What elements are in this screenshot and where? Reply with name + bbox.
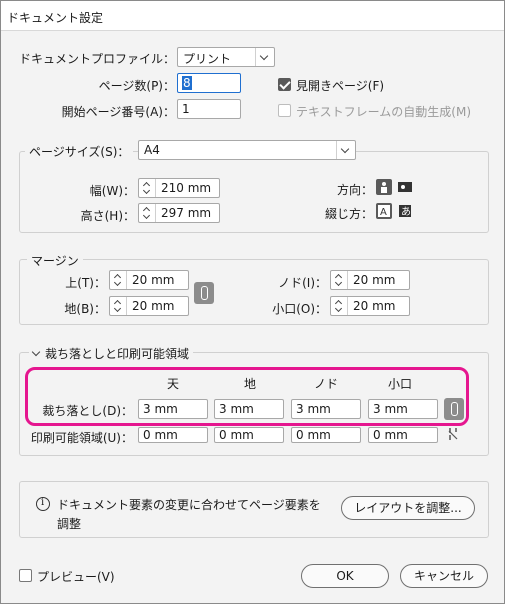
margin-inside-label: ノド(I)： xyxy=(278,276,327,290)
page-size-select[interactable]: A4 xyxy=(138,140,356,160)
margin-top-label: 上(T)： xyxy=(65,276,106,290)
stepper-arrows-icon[interactable] xyxy=(139,179,156,197)
margin-top-value: 20 mm xyxy=(132,273,175,287)
page-size-value: A4 xyxy=(144,143,160,157)
stepper-arrows-icon[interactable] xyxy=(331,271,348,289)
slug-bottom-value: 0 mm xyxy=(219,428,254,442)
facing-pages-checkbox[interactable] xyxy=(278,78,291,91)
margin-bottom-value: 20 mm xyxy=(132,299,175,313)
page-size-label: ページサイズ(S)： xyxy=(25,143,134,160)
bleed-highlight-frame xyxy=(25,367,469,426)
adjust-layout-button[interactable]: レイアウトを調整... xyxy=(341,496,475,520)
margins-title: マージン xyxy=(27,252,83,269)
primary-text-frame-checkbox[interactable] xyxy=(278,104,291,117)
start-page-input[interactable]: 1 xyxy=(177,99,241,119)
margin-inside-value: 20 mm xyxy=(353,273,396,287)
margin-link-icon[interactable] xyxy=(194,282,214,304)
margin-outside-value: 20 mm xyxy=(353,299,396,313)
slug-label: 印刷可能領域(U)： xyxy=(30,431,133,445)
stepper-arrows-icon[interactable] xyxy=(110,271,127,289)
orientation-label: 方向： xyxy=(336,183,373,197)
bleed-slug-title: 裁ち落としと印刷可能領域 xyxy=(45,347,190,361)
chevron-down-icon xyxy=(31,347,41,357)
pages-value: 8 xyxy=(182,76,192,90)
portrait-orientation-icon[interactable] xyxy=(376,179,392,195)
document-profile-label: ドキュメントプロファイル： xyxy=(18,52,175,66)
primary-text-frame-label: テキストフレームの自動生成(M) xyxy=(296,105,471,119)
preview-label: プレビュー(V) xyxy=(37,570,115,584)
info-icon xyxy=(36,497,50,511)
start-page-value: 1 xyxy=(182,102,190,116)
notice-text-line2: 調整 xyxy=(57,517,82,531)
width-stepper[interactable]: 210 mm xyxy=(138,178,220,198)
width-value: 210 mm xyxy=(161,181,212,195)
preview-checkbox[interactable] xyxy=(19,569,32,582)
width-label: 幅(W)： xyxy=(89,184,135,198)
dialog-title: ドキュメント設定 xyxy=(7,11,104,25)
facing-pages-label: 見開きページ(F) xyxy=(296,79,385,93)
cancel-button[interactable]: キャンセル xyxy=(400,564,488,588)
bleed-slug-header[interactable]: 裁ち落としと印刷可能領域 xyxy=(29,345,194,362)
margin-outside-stepper[interactable]: 20 mm xyxy=(330,296,410,316)
margin-bottom-label: 地(B)： xyxy=(64,302,106,316)
slug-bottom-input[interactable]: 0 mm xyxy=(214,427,284,443)
notice-text-line1: ドキュメント要素の変更に合わせてページ要素を xyxy=(57,498,321,512)
right-binding-icon[interactable]: あ xyxy=(397,203,413,219)
start-page-label: 開始ページ番号(A)： xyxy=(61,105,175,119)
svg-text:あ: あ xyxy=(401,206,411,218)
stepper-arrows-icon[interactable] xyxy=(331,297,348,315)
document-setup-dialog: ドキュメント設定 ドキュメントプロファイル： プリント ページ数(P)： 8 開… xyxy=(0,0,505,604)
ok-button[interactable]: OK xyxy=(301,564,389,588)
slug-inside-input[interactable]: 0 mm xyxy=(291,427,361,443)
margin-bottom-stepper[interactable]: 20 mm xyxy=(109,296,189,316)
pages-label: ページ数(P)： xyxy=(98,79,175,93)
stepper-arrows-icon[interactable] xyxy=(139,204,156,222)
stepper-arrows-icon[interactable] xyxy=(110,297,127,315)
height-label: 高さ(H)： xyxy=(80,209,135,223)
slug-outside-input[interactable]: 0 mm xyxy=(368,427,438,443)
left-binding-icon[interactable]: A xyxy=(376,203,392,219)
slug-link-broken-icon[interactable] xyxy=(447,426,459,442)
slug-inside-value: 0 mm xyxy=(296,428,331,442)
margin-inside-stepper[interactable]: 20 mm xyxy=(330,270,410,290)
margin-outside-label: 小口(O)： xyxy=(272,302,327,316)
svg-text:A: A xyxy=(380,207,387,218)
slug-top-input[interactable]: 0 mm xyxy=(138,427,208,443)
landscape-orientation-icon[interactable] xyxy=(397,179,413,195)
document-profile-value: プリント xyxy=(183,52,232,66)
document-profile-select[interactable]: プリント xyxy=(177,47,275,67)
slug-top-value: 0 mm xyxy=(143,428,178,442)
title-bar: ドキュメント設定 xyxy=(1,1,504,31)
chevron-down-icon xyxy=(255,48,274,66)
chevron-down-icon xyxy=(336,141,355,159)
margin-top-stepper[interactable]: 20 mm xyxy=(109,270,189,290)
slug-outside-value: 0 mm xyxy=(373,428,408,442)
pages-input[interactable]: 8 xyxy=(177,73,241,93)
binding-label: 綴じ方： xyxy=(324,207,373,221)
height-value: 297 mm xyxy=(161,206,212,220)
height-stepper[interactable]: 297 mm xyxy=(138,203,220,223)
